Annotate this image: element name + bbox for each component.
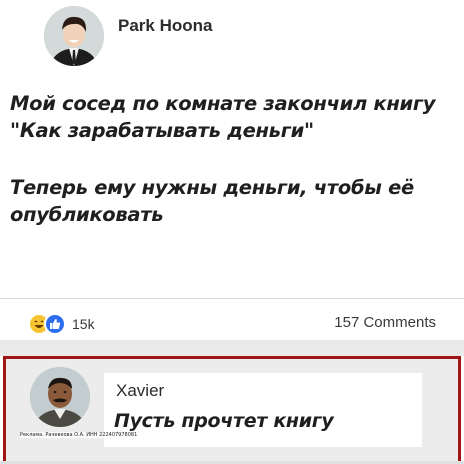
post-text-1: Мой сосед по комнате закончил книгу "Как… <box>10 92 436 142</box>
comment-text: Пусть прочтет книгу <box>114 410 334 432</box>
ad-disclaimer: Реклама. Рачевкова О.А. ИНН 222407978081 <box>20 432 138 438</box>
post-card: Park Hoona Мой сосед по комнате закончил… <box>0 0 464 300</box>
reactions-count: 15k <box>72 316 95 332</box>
section-separator <box>0 340 464 356</box>
like-icon <box>44 313 66 335</box>
author-avatar[interactable] <box>44 6 104 66</box>
reactions-summary[interactable]: 15k <box>28 312 95 336</box>
comment-bubble: Xavier Пусть прочтет книгу <box>104 373 422 447</box>
comments-count-link[interactable]: 157 Comments <box>334 314 436 331</box>
commenter-avatar-image <box>30 367 90 427</box>
commenter-avatar[interactable] <box>30 367 90 427</box>
post-text-2: Теперь ему нужны деньги, чтобы её опубли… <box>10 176 414 226</box>
author-avatar-image <box>44 6 104 66</box>
divider <box>0 298 464 299</box>
highlighted-comment: Xavier Пусть прочтет книгу Реклама. Раче… <box>3 356 461 464</box>
commenter-name[interactable]: Xavier <box>116 381 164 401</box>
author-name[interactable]: Park Hoona <box>118 16 212 36</box>
